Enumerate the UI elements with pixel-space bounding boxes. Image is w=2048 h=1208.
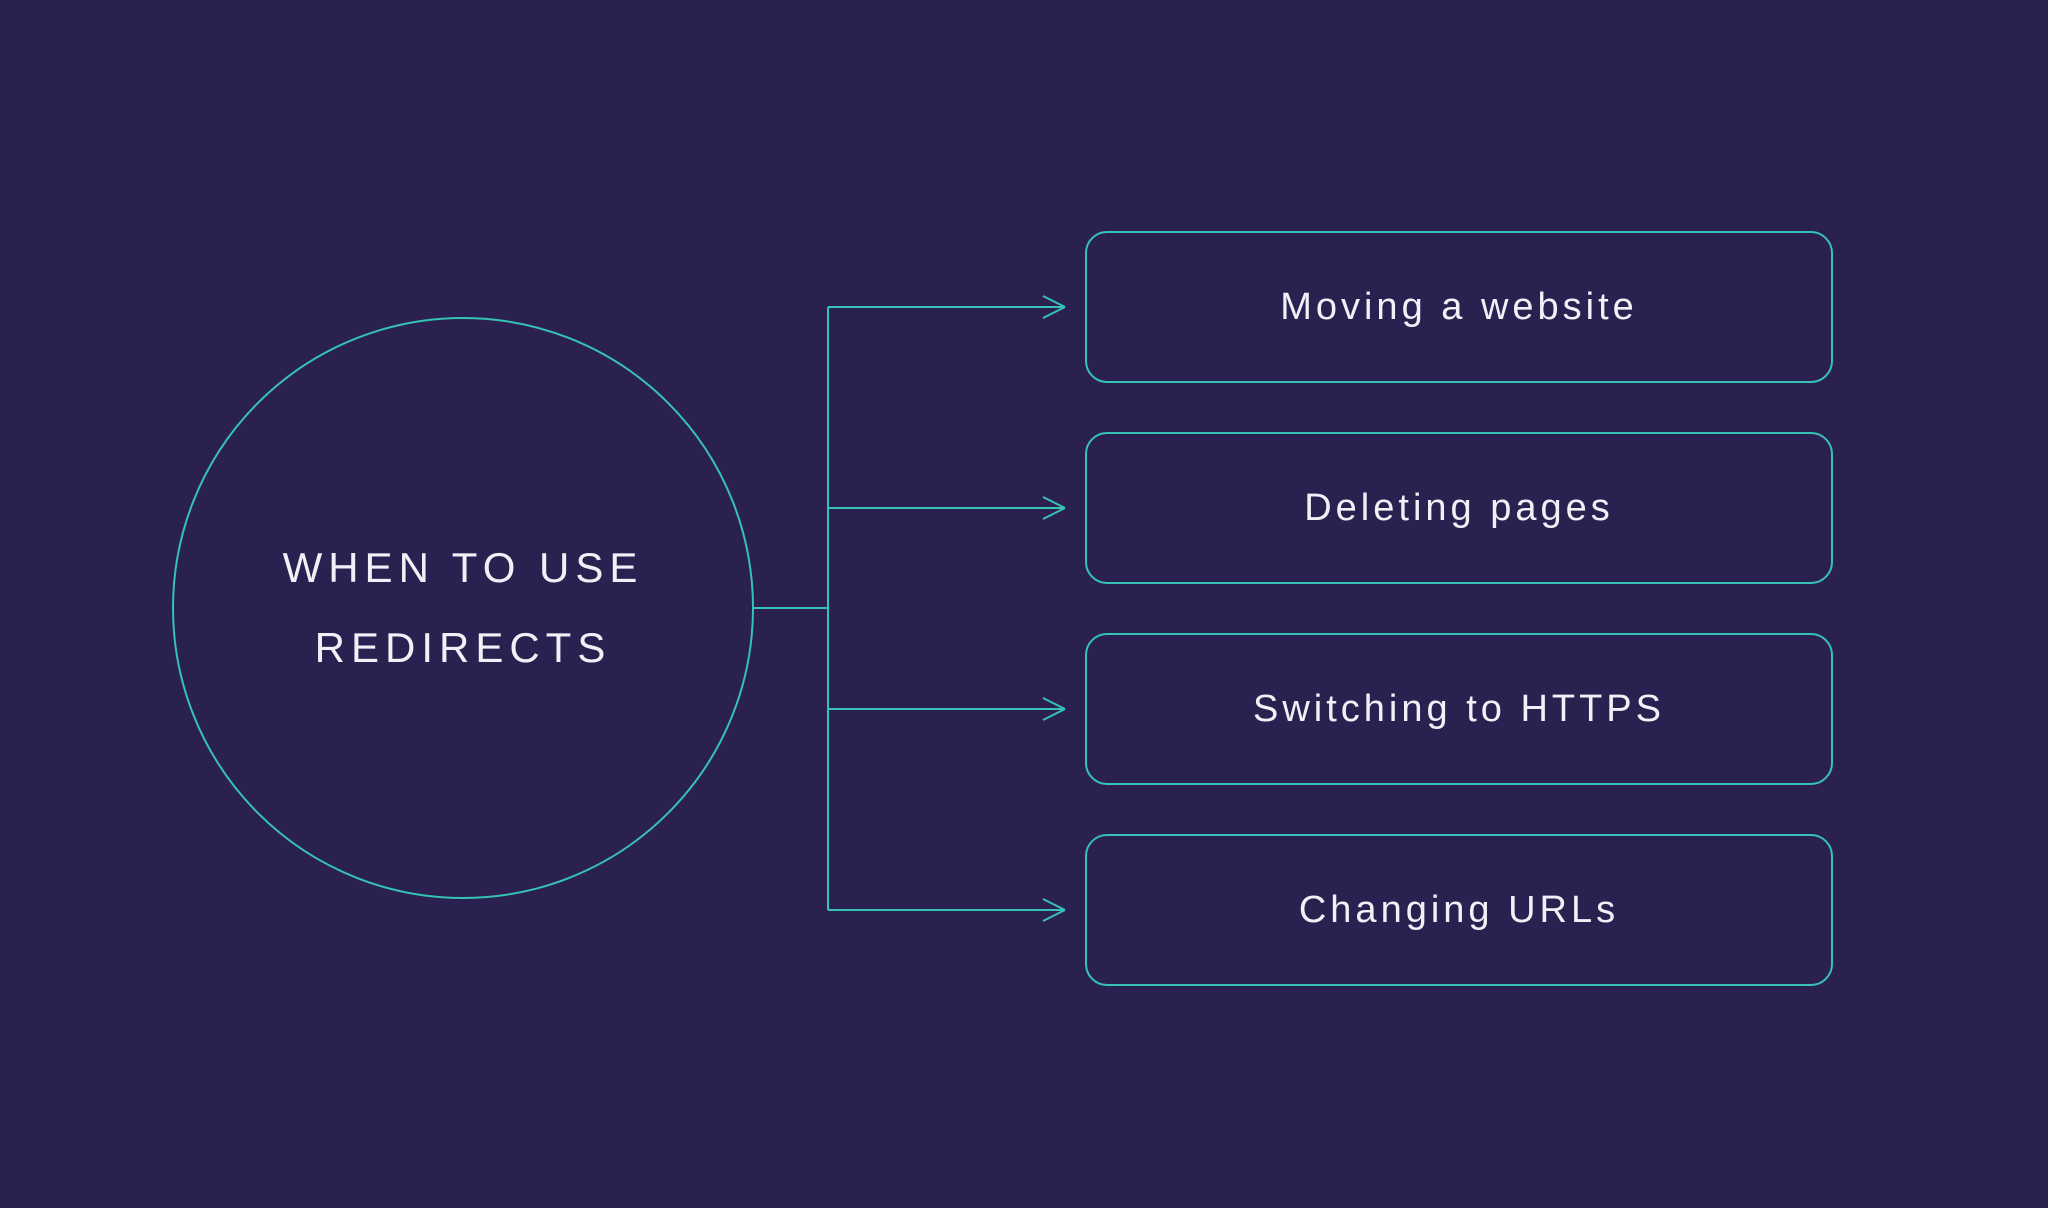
item-label: Moving a website <box>1280 286 1638 329</box>
center-title: WHEN TO USE REDIRECTS <box>174 528 752 688</box>
item-label: Changing URLs <box>1299 889 1619 932</box>
connector-lines <box>753 230 1093 980</box>
center-node: WHEN TO USE REDIRECTS <box>172 317 754 899</box>
item-box-2: Switching to HTTPS <box>1085 633 1833 785</box>
item-box-3: Changing URLs <box>1085 834 1833 986</box>
item-box-0: Moving a website <box>1085 231 1833 383</box>
item-label: Switching to HTTPS <box>1253 688 1665 731</box>
item-label: Deleting pages <box>1304 487 1614 530</box>
item-box-1: Deleting pages <box>1085 432 1833 584</box>
